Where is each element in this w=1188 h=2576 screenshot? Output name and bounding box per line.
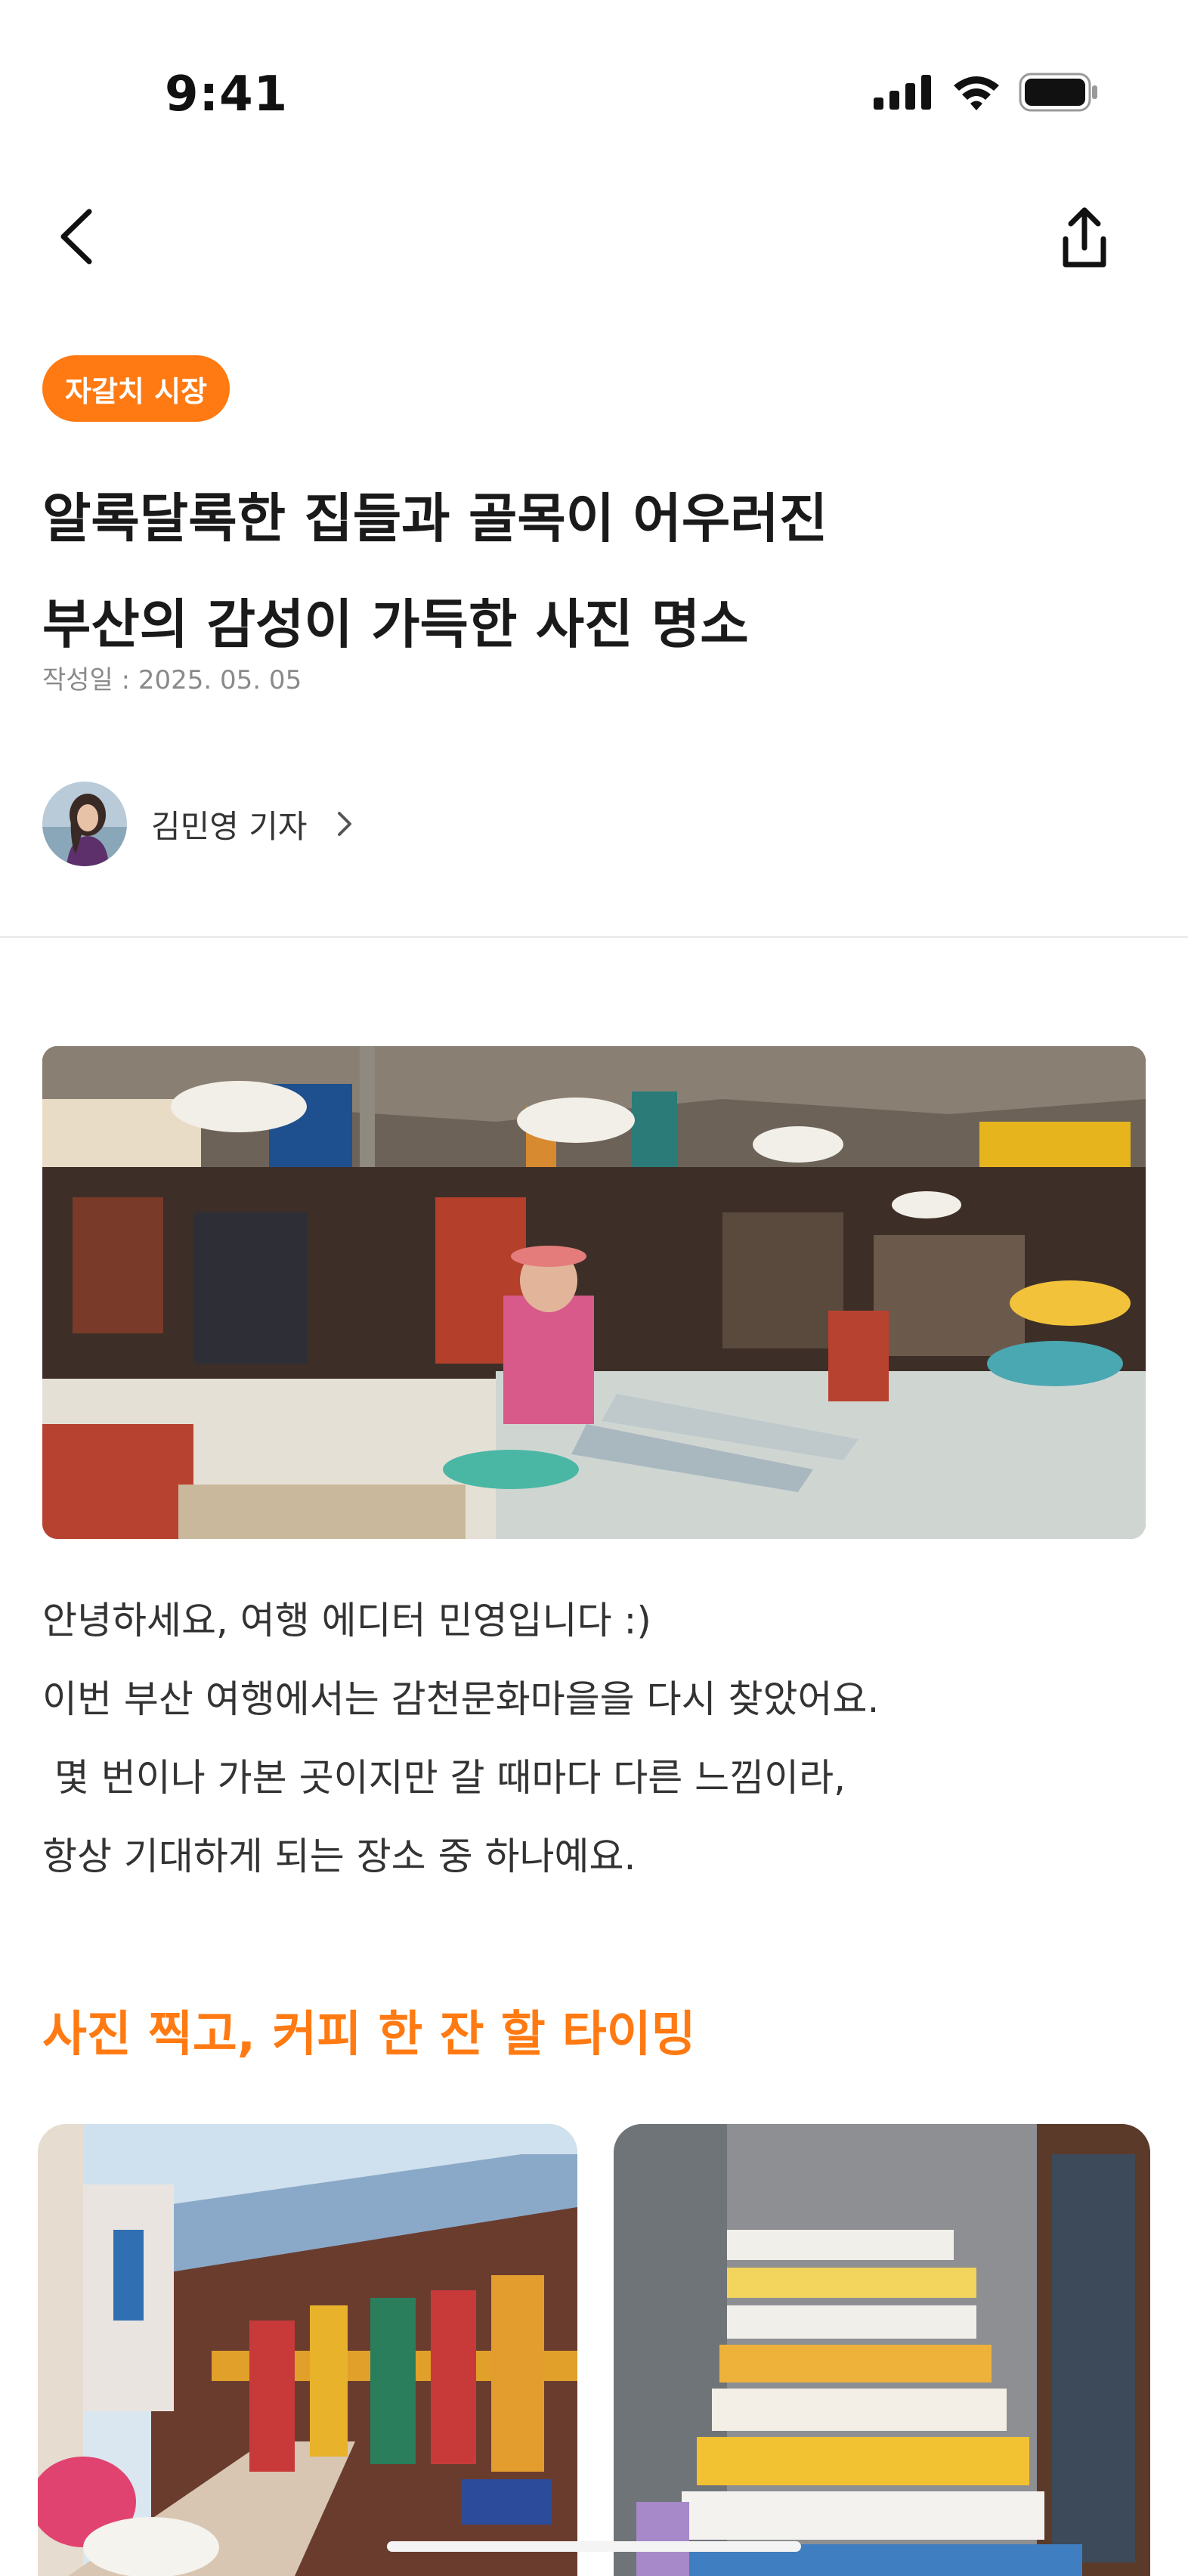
- divider: [0, 936, 1188, 938]
- status-icons: [874, 73, 1099, 112]
- share-icon: [1063, 207, 1106, 268]
- gallery-photo-alley[interactable]: [38, 2124, 577, 2576]
- status-time: 9:41: [165, 67, 289, 122]
- chevron-right-icon: [337, 812, 351, 836]
- signal-icon: [874, 75, 931, 110]
- avatar: [42, 782, 127, 866]
- intro-line: 이번 부산 여행에서는 감천문화마을을 다시 찾았어요.: [42, 1677, 880, 1721]
- home-indicator: [387, 2541, 801, 2552]
- wifi-icon: [954, 76, 999, 110]
- category-tag[interactable]: 자갈치 시장: [42, 355, 230, 422]
- chevron-left-icon: [60, 209, 92, 265]
- section-title: 사진 찍고, 커피 한 잔 할 타이밍: [42, 2007, 696, 2063]
- share-button[interactable]: [1050, 200, 1118, 275]
- article-date: 작성일 : 2025. 05. 05: [42, 665, 302, 695]
- article-title-line: 알록달록한 집들과 골목이 어우러진: [42, 488, 828, 550]
- article-intro: 안녕하세요, 여행 에디터 민영입니다 :) 이번 부산 여행에서는 감천문화마…: [42, 1581, 1146, 1896]
- back-button[interactable]: [50, 203, 103, 271]
- battery-icon: [1019, 73, 1097, 112]
- intro-line: 항상 기대하게 되는 장소 중 하나예요.: [42, 1834, 636, 1878]
- author-name: 김민영 기자: [151, 807, 308, 845]
- intro-line: 몇 번이나 가본 곳이지만 갈 때마다 다른 느낌이라,: [42, 1756, 846, 1800]
- market-photo: [42, 1046, 1146, 1539]
- author-link[interactable]: 김민영 기자: [42, 780, 356, 868]
- gallery-photo-book-stairs[interactable]: [614, 2124, 1150, 2576]
- article-title: 알록달록한 집들과 골목이 어우러진 부산의 감성이 가득한 사진 명소: [42, 466, 1025, 677]
- intro-line: 안녕하세요, 여행 에디터 민영입니다 :): [42, 1599, 651, 1643]
